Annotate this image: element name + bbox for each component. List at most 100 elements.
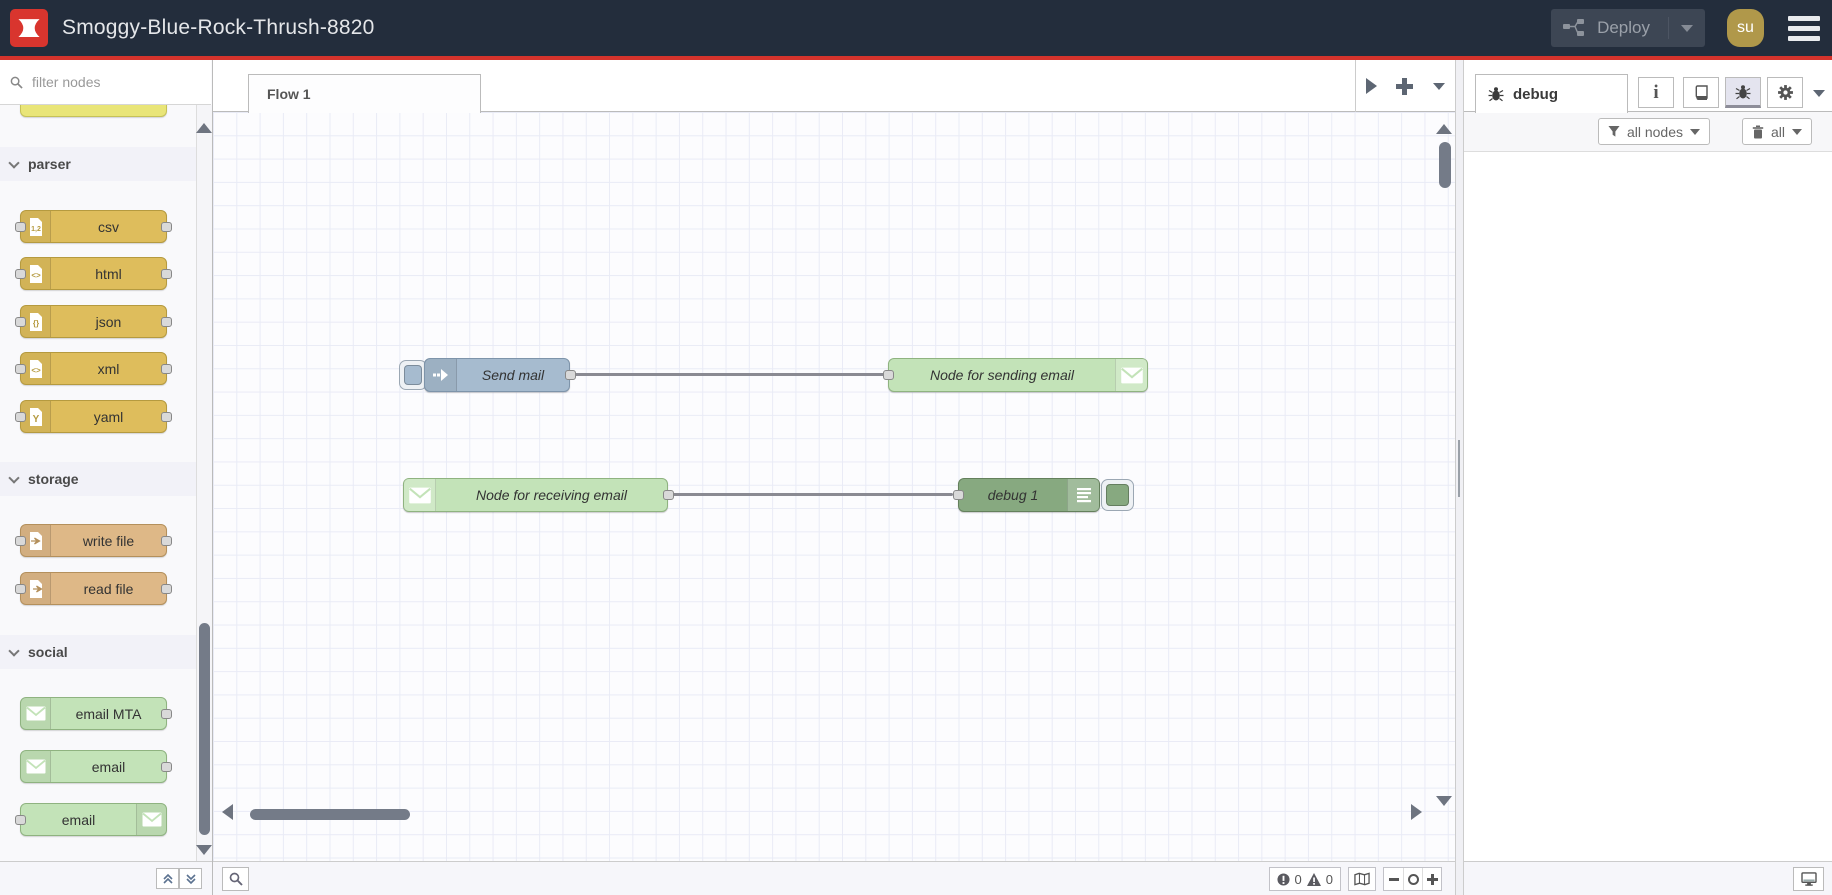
palette-node-email-out[interactable]: email — [15, 803, 167, 836]
collapse-all-categories-button[interactable] — [156, 868, 179, 889]
zoom-in-button[interactable] — [1422, 868, 1441, 890]
scroll-down-arrow[interactable] — [196, 845, 212, 855]
palette-node-json[interactable]: {} json — [15, 305, 172, 338]
debug-clear-button[interactable]: all — [1741, 118, 1812, 145]
palette-search[interactable] — [0, 60, 211, 105]
palette-category-parser[interactable]: parser — [0, 147, 196, 181]
deploy-icon — [1563, 19, 1585, 36]
debug-filter-button[interactable]: all nodes — [1597, 118, 1710, 145]
next-tab-icon[interactable] — [1365, 78, 1377, 94]
flow-tab-bar: Flow 1 — [213, 60, 1455, 113]
help-tab-button[interactable] — [1683, 77, 1719, 108]
tab-flow-1[interactable]: Flow 1 — [248, 74, 481, 113]
canvas-vscroll-thumb[interactable] — [1439, 142, 1451, 188]
inject-trigger-button[interactable] — [399, 360, 427, 390]
node-port — [161, 536, 172, 546]
search-icon — [10, 76, 23, 89]
flow-node-debug-1[interactable]: debug 1 — [958, 478, 1100, 512]
palette-scroll-area: parser 1,2 csv <> html {} json <> xml Y … — [0, 105, 196, 861]
debug-toggle-button[interactable] — [1101, 479, 1134, 511]
info-tab-button[interactable]: i — [1638, 77, 1674, 108]
chevron-down-icon — [1792, 128, 1802, 135]
palette-node-read-file[interactable]: read file — [15, 572, 172, 605]
palette-category-storage[interactable]: storage — [0, 462, 196, 496]
palette-node-clipped[interactable] — [20, 105, 167, 117]
bug-icon — [1735, 84, 1751, 99]
node-port — [161, 317, 172, 327]
navigator-button[interactable] — [1348, 867, 1376, 891]
separator-drag-handle[interactable] — [1458, 440, 1460, 497]
canvas-scroll-left-arrow[interactable] — [222, 804, 233, 820]
node-port — [15, 317, 26, 327]
svg-text:Y: Y — [32, 414, 39, 425]
flow-node-send-mail[interactable]: Send mail — [424, 358, 570, 392]
canvas-hscroll-thumb[interactable] — [250, 809, 410, 820]
node-port — [161, 364, 172, 374]
bug-icon — [1488, 87, 1504, 102]
flow-canvas[interactable]: Send mail Node for sending email Node fo… — [213, 112, 1455, 861]
scroll-up-arrow[interactable] — [196, 123, 212, 133]
user-avatar[interactable]: su — [1727, 9, 1764, 47]
canvas-scroll-up-arrow[interactable] — [1436, 124, 1452, 134]
node-port — [15, 584, 26, 594]
add-flow-button[interactable] — [1396, 77, 1414, 95]
node-red-app: Smoggy-Blue-Rock-Thrush-8820 Deploy su f… — [0, 0, 1832, 895]
palette-node-email-mta[interactable]: email MTA — [20, 697, 172, 730]
canvas-scroll-down-arrow[interactable] — [1436, 796, 1452, 806]
monitor-icon — [1800, 872, 1817, 886]
canvas-footer-controls: 0 0 — [1268, 867, 1442, 891]
palette-node-write-file[interactable]: write file — [15, 524, 172, 557]
canvas-search-button[interactable] — [222, 867, 249, 891]
node-port — [161, 222, 172, 232]
error-count: 0 — [1294, 871, 1302, 887]
flow-status-indicator[interactable]: 0 0 — [1268, 867, 1341, 891]
debug-sidebar: debug i all nodes all — [1464, 60, 1832, 895]
deploy-button[interactable]: Deploy — [1551, 9, 1705, 47]
palette-node-yaml[interactable]: Y yaml — [15, 400, 172, 433]
main-menu-button[interactable] — [1786, 12, 1822, 45]
expand-all-categories-button[interactable] — [179, 868, 202, 889]
flow-node-receiving-email[interactable]: Node for receiving email — [403, 478, 668, 512]
debug-list-icon — [1067, 479, 1099, 511]
node-port — [15, 269, 26, 279]
debug-tab-button[interactable] — [1725, 77, 1761, 108]
open-debug-window-button[interactable] — [1793, 867, 1824, 891]
chevron-down-icon — [8, 156, 20, 169]
wire-email-to-debug[interactable] — [670, 493, 953, 496]
palette-node-email-in[interactable]: email — [20, 750, 172, 783]
palette-node-xml[interactable]: <> xml — [15, 352, 172, 385]
config-nodes-tab-button[interactable] — [1767, 77, 1803, 108]
palette-scrollbar[interactable] — [196, 105, 212, 861]
flow-list-dropdown[interactable] — [1433, 82, 1446, 90]
palette-category-social[interactable]: social — [0, 635, 196, 669]
node-port — [15, 412, 26, 422]
book-icon — [1695, 84, 1708, 100]
flow-node-sending-email[interactable]: Node for sending email — [888, 358, 1148, 392]
input-port[interactable] — [953, 490, 964, 500]
tab-debug[interactable]: debug — [1475, 74, 1628, 113]
output-port[interactable] — [565, 370, 576, 380]
zoom-reset-button[interactable] — [1403, 868, 1422, 890]
header-actions: Deploy su — [1551, 9, 1822, 47]
palette-node-html[interactable]: <> html — [15, 257, 172, 290]
node-port — [15, 536, 26, 546]
warning-icon — [1306, 872, 1321, 886]
sidebar-separator[interactable] — [1455, 60, 1464, 895]
search-icon — [229, 872, 243, 886]
sidebar-options-dropdown[interactable] — [1813, 90, 1825, 97]
workspace-title: Smoggy-Blue-Rock-Thrush-8820 — [62, 16, 375, 39]
filter-nodes-input[interactable] — [30, 73, 180, 91]
debug-messages-panel — [1464, 152, 1832, 861]
gear-icon — [1777, 85, 1793, 100]
canvas-scroll-right-arrow[interactable] — [1411, 804, 1422, 820]
zoom-out-button[interactable] — [1384, 868, 1403, 890]
error-icon — [1276, 872, 1290, 886]
input-port[interactable] — [883, 370, 894, 380]
node-port — [161, 269, 172, 279]
palette-node-csv[interactable]: 1,2 csv — [15, 210, 172, 243]
output-port[interactable] — [663, 490, 674, 500]
node-palette: parser 1,2 csv <> — [0, 60, 213, 895]
deploy-options-button[interactable] — [1668, 17, 1693, 39]
scrollbar-thumb[interactable] — [199, 623, 210, 835]
wire-inject-to-email[interactable] — [570, 373, 888, 376]
